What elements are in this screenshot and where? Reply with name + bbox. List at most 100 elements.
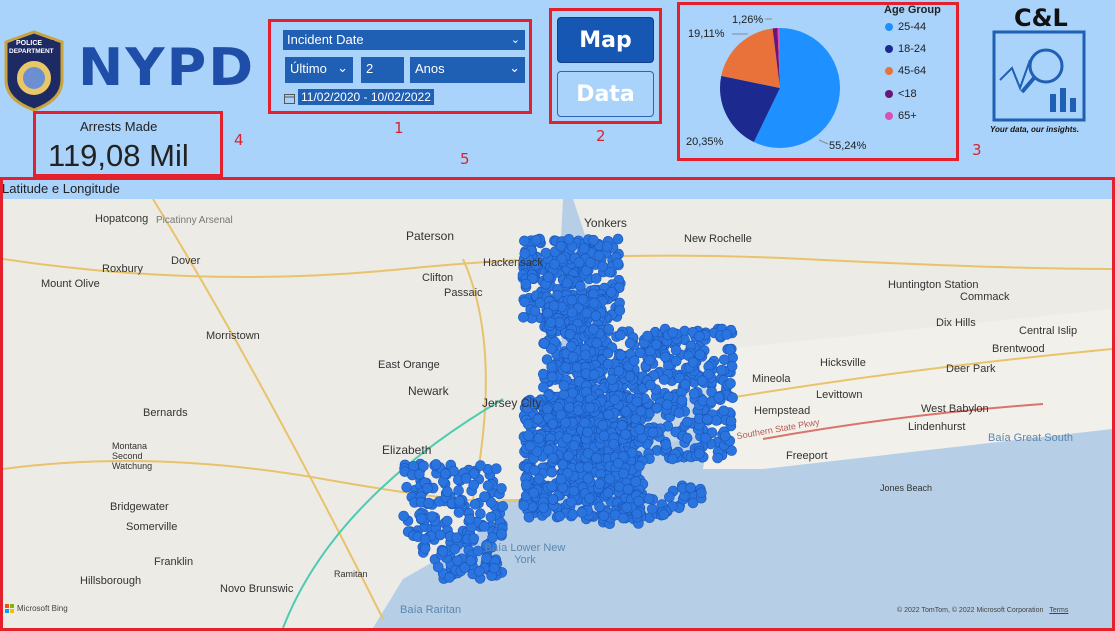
incident-point[interactable] [545,317,557,328]
incident-point[interactable] [430,459,442,470]
incident-point[interactable] [667,453,678,465]
incident-point[interactable] [519,235,530,247]
incident-point[interactable] [612,457,624,469]
incident-point[interactable] [621,502,633,513]
incident-point[interactable] [620,429,631,440]
incident-point[interactable] [687,497,699,509]
incident-point[interactable] [549,258,560,270]
incident-point[interactable] [618,468,629,479]
incident-point[interactable] [612,233,624,245]
incident-point[interactable] [578,243,590,254]
incident-point[interactable] [531,234,542,246]
incident-point[interactable] [568,485,580,497]
incident-point[interactable] [603,409,614,420]
legend-item-under-18[interactable]: <18 [885,88,917,100]
incident-point[interactable] [644,355,656,366]
incident-point[interactable] [718,405,730,417]
incident-point[interactable] [555,473,567,485]
count-input[interactable]: 2 [361,57,404,83]
incident-point[interactable] [479,491,490,502]
incident-point[interactable] [643,493,655,505]
incident-point[interactable] [673,407,685,419]
incident-point[interactable] [725,378,736,389]
incident-point[interactable] [563,401,575,413]
incident-point[interactable] [561,432,573,444]
incident-point[interactable] [565,496,577,508]
incident-point[interactable] [563,450,574,462]
incident-point[interactable] [522,418,534,430]
incident-point[interactable] [597,419,609,431]
incident-point[interactable] [718,354,730,366]
incident-point[interactable] [520,278,532,290]
incident-point[interactable] [598,510,610,522]
incident-point[interactable] [612,258,624,269]
calendar-icon[interactable] [284,91,295,104]
incident-point[interactable] [602,358,614,370]
incident-point[interactable] [518,500,530,511]
incident-point[interactable] [696,375,708,387]
incident-point[interactable] [547,494,559,505]
incident-point[interactable] [574,280,586,292]
incident-point[interactable] [560,417,572,428]
incident-point[interactable] [520,479,532,491]
incident-point[interactable] [588,369,600,380]
legend-item-65-plus[interactable]: 65+ [885,110,917,122]
incident-point[interactable] [585,257,596,269]
incident-point[interactable] [634,424,646,435]
incident-point[interactable] [591,452,602,464]
legend-item-18-24[interactable]: 18-24 [885,43,926,55]
incident-point[interactable] [645,379,656,391]
incident-point[interactable] [555,240,567,252]
incident-point[interactable] [538,502,549,514]
incident-point[interactable] [563,233,575,245]
data-button[interactable]: Data [557,71,654,117]
incident-point[interactable] [432,561,444,573]
incident-point[interactable] [546,371,558,383]
terms-link[interactable]: Terms [1049,607,1068,614]
incident-point[interactable] [676,395,688,406]
incident-point[interactable] [700,432,711,444]
incident-point[interactable] [547,452,558,464]
incident-point[interactable] [487,532,498,543]
incident-point[interactable] [688,388,700,399]
incident-point[interactable] [451,532,463,544]
incident-point[interactable] [658,509,670,520]
incident-point[interactable] [546,481,558,492]
incident-point[interactable] [542,403,553,415]
incident-point[interactable] [482,480,494,492]
incident-point[interactable] [602,348,614,359]
incident-point[interactable] [573,257,585,268]
incident-point[interactable] [713,392,725,403]
incident-point[interactable] [582,473,594,484]
incident-point[interactable] [727,392,738,403]
incident-point[interactable] [453,485,464,496]
incident-point[interactable] [651,403,663,414]
incident-point[interactable] [670,344,682,356]
incident-point[interactable] [518,312,529,323]
incident-point[interactable] [687,357,699,368]
incident-point[interactable] [667,327,679,338]
incident-point[interactable] [561,277,573,289]
date-range-text[interactable]: 11/02/2020 - 10/02/2022 [298,89,434,105]
incident-point[interactable] [716,364,727,376]
incident-point[interactable] [469,498,481,510]
incident-point[interactable] [603,323,615,335]
incident-point[interactable] [419,543,431,554]
incident-point[interactable] [546,361,558,373]
incident-point[interactable] [547,418,559,430]
incident-point[interactable] [523,430,534,441]
incident-point[interactable] [681,432,693,444]
unit-dropdown[interactable]: Anos ⌄ [410,57,525,83]
incident-point[interactable] [441,515,453,527]
incident-point[interactable] [423,497,435,509]
incident-point[interactable] [468,533,480,544]
incident-point[interactable] [615,329,626,341]
incident-point[interactable] [567,351,579,363]
incident-point[interactable] [634,460,645,472]
incident-point[interactable] [564,329,576,340]
incident-point[interactable] [591,337,603,349]
incident-point[interactable] [725,415,737,427]
incident-point[interactable] [532,413,544,425]
incident-point[interactable] [631,396,643,408]
incident-point[interactable] [614,305,626,316]
